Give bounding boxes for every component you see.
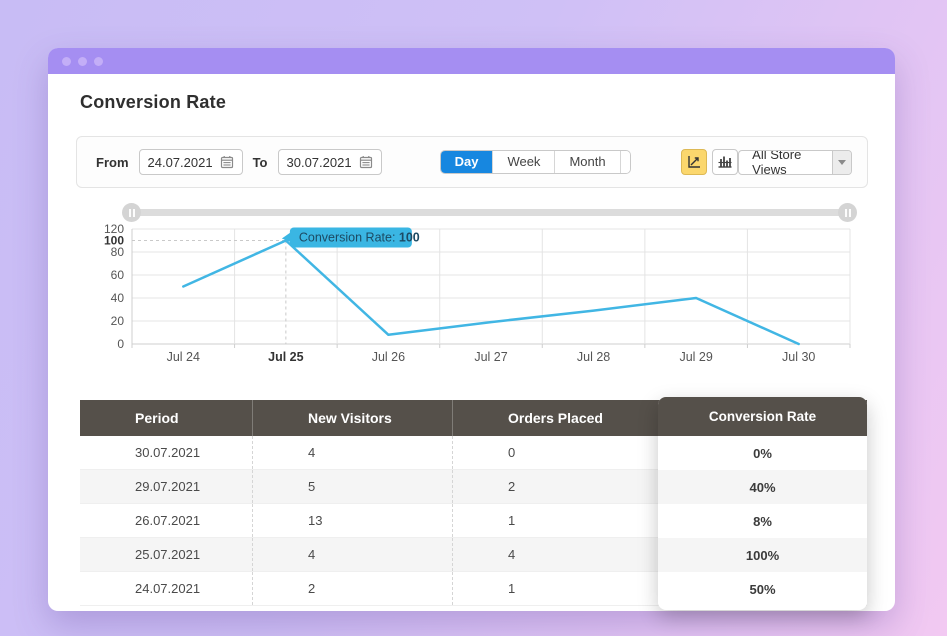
window-dot-icon xyxy=(78,57,87,66)
cell-period: 30.07.2021 xyxy=(80,436,252,469)
y-axis-tick-label: 0 xyxy=(117,337,124,351)
y-axis-tick-label: 80 xyxy=(111,245,125,259)
to-label: To xyxy=(253,155,268,170)
cell-conversion-rate: 8% xyxy=(658,504,867,538)
calendar-icon[interactable] xyxy=(220,155,234,169)
range-toggle: DayWeekMonthYear xyxy=(440,150,632,174)
cell-conversion-rate: 50% xyxy=(658,572,867,606)
column-header-new-visitors: New Visitors xyxy=(252,400,452,436)
from-label: From xyxy=(96,155,129,170)
cell-new-visitors: 2 xyxy=(252,572,452,605)
x-axis-tick-label: Jul 24 xyxy=(167,350,200,364)
y-axis-tick-label: 20 xyxy=(111,314,125,328)
conversion-rate-column-body: 0%40%8%100%50% xyxy=(658,436,867,606)
window-titlebar xyxy=(48,48,895,74)
range-button-year[interactable]: Year xyxy=(620,151,632,173)
cell-conversion-rate: 0% xyxy=(658,436,867,470)
conversion-rate-column-header: Conversion Rate xyxy=(658,397,867,436)
cell-orders-placed: 0 xyxy=(452,436,658,469)
range-button-week[interactable]: Week xyxy=(492,151,554,173)
cell-period: 29.07.2021 xyxy=(80,470,252,503)
x-axis-tick-label: Jul 25 xyxy=(268,350,303,364)
store-views-value: All Store Views xyxy=(739,151,832,174)
chart-tooltip xyxy=(290,228,412,248)
y-axis-tick-label: 60 xyxy=(111,268,125,282)
x-axis-tick-label: Jul 29 xyxy=(679,350,712,364)
cell-new-visitors: 4 xyxy=(252,538,452,571)
x-axis-tick-label: Jul 26 xyxy=(372,350,405,364)
dropdown-arrow-button[interactable] xyxy=(832,151,851,174)
column-header-orders-placed: Orders Placed xyxy=(452,400,658,436)
y-axis-tick-label: 120 xyxy=(104,222,124,236)
y-axis-tick-label: 40 xyxy=(111,291,125,305)
x-axis-tick-label: Jul 30 xyxy=(782,350,815,364)
y-axis-highlight-label: 100 xyxy=(104,234,124,248)
range-button-month[interactable]: Month xyxy=(554,151,619,173)
cell-orders-placed: 1 xyxy=(452,572,658,605)
calendar-icon[interactable] xyxy=(359,155,373,169)
page-title: Conversion Rate xyxy=(80,92,226,113)
cell-new-visitors: 4 xyxy=(252,436,452,469)
cell-period: 24.07.2021 xyxy=(80,572,252,605)
cell-conversion-rate: 100% xyxy=(658,538,867,572)
cell-new-visitors: 5 xyxy=(252,470,452,503)
cell-period: 25.07.2021 xyxy=(80,538,252,571)
cell-period: 26.07.2021 xyxy=(80,504,252,537)
tooltip-text: Conversion Rate: 100 xyxy=(299,231,420,245)
column-header-period: Period xyxy=(80,400,252,436)
cell-conversion-rate: 40% xyxy=(658,470,867,504)
cell-new-visitors: 13 xyxy=(252,504,452,537)
cell-orders-placed: 2 xyxy=(452,470,658,503)
x-axis-tick-label: Jul 28 xyxy=(577,350,610,364)
conversion-rate-line-series xyxy=(183,241,798,345)
store-views-dropdown[interactable]: All Store Views xyxy=(738,150,852,175)
window-dot-icon xyxy=(94,57,103,66)
x-axis-tick-label: Jul 27 xyxy=(474,350,507,364)
chart-type-switch xyxy=(681,149,738,175)
to-date-input[interactable]: 30.07.2021 xyxy=(278,149,382,175)
date-range-slider-track[interactable] xyxy=(132,209,848,216)
range-button-day[interactable]: Day xyxy=(441,151,493,173)
slider-handle-left[interactable] xyxy=(122,203,141,222)
tooltip-arrow xyxy=(282,232,292,243)
app-window: Conversion Rate From 24.07.2021 To 30.07… xyxy=(48,48,895,611)
to-date-value: 30.07.2021 xyxy=(287,155,352,170)
filter-bar: From 24.07.2021 To 30.07.2021 DayWeekMon… xyxy=(76,136,868,188)
chevron-down-icon xyxy=(838,160,846,165)
from-date-value: 24.07.2021 xyxy=(148,155,213,170)
window-dot-icon xyxy=(62,57,71,66)
cell-orders-placed: 1 xyxy=(452,504,658,537)
line-chart-icon[interactable] xyxy=(681,149,707,175)
from-date-input[interactable]: 24.07.2021 xyxy=(139,149,243,175)
cell-orders-placed: 4 xyxy=(452,538,658,571)
conversion-rate-column-card: Conversion Rate 0%40%8%100%50% xyxy=(658,397,867,610)
bar-chart-icon[interactable] xyxy=(712,149,738,175)
slider-handle-right[interactable] xyxy=(838,203,857,222)
